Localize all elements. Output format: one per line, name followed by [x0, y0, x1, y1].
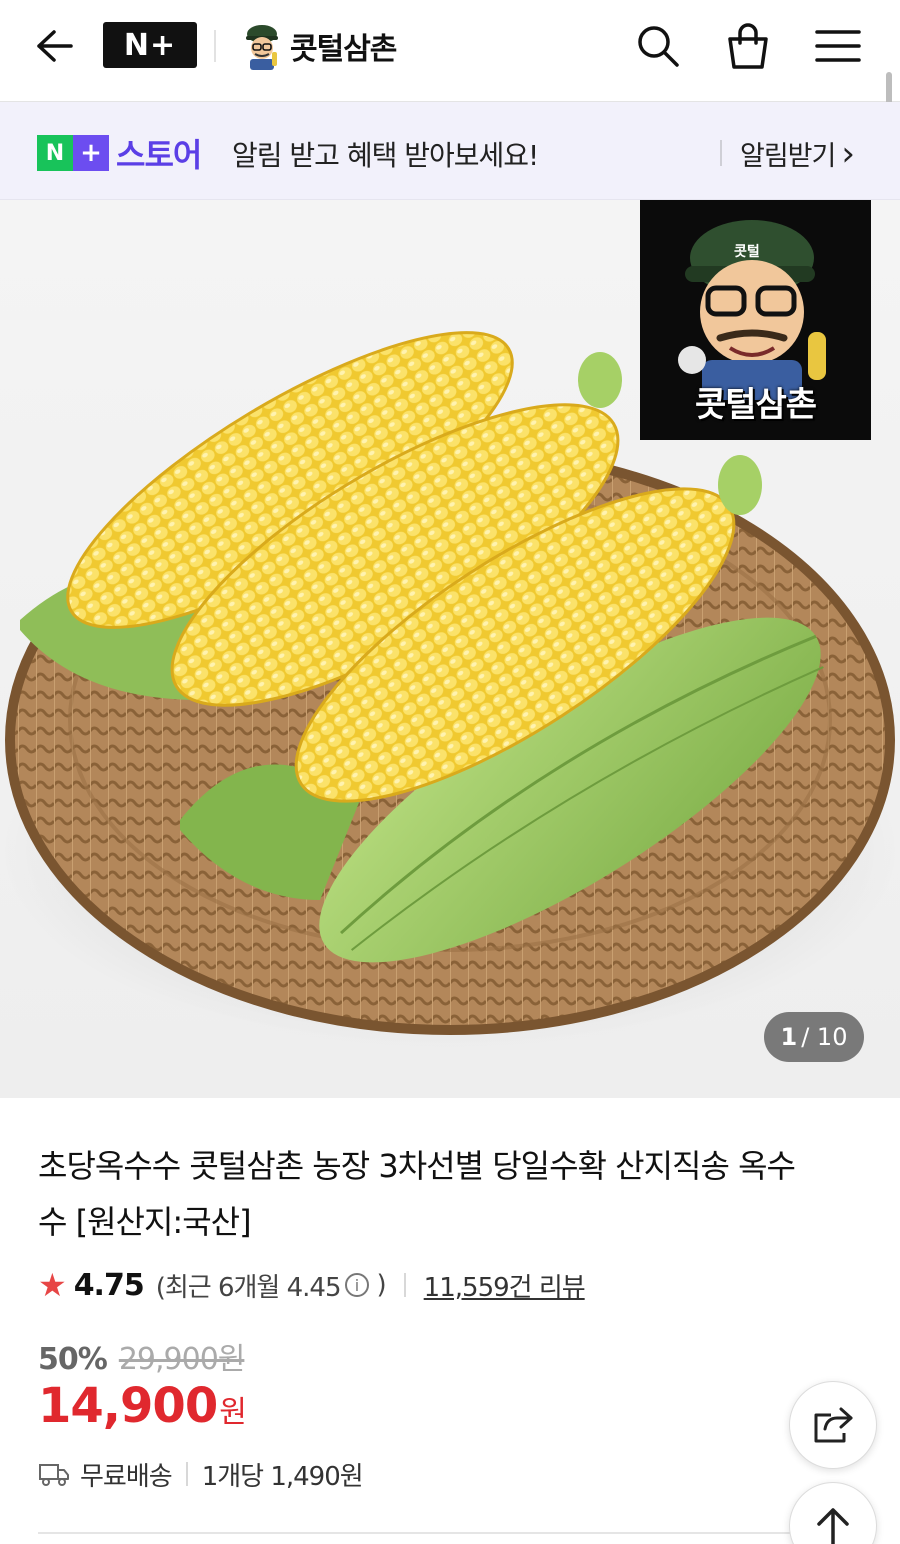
rating-score: 4.75 [73, 1267, 145, 1303]
rating-divider [403, 1273, 406, 1297]
nplus-logo-plus: + [73, 135, 109, 171]
mascot-icon: 콧털 [678, 220, 826, 400]
notification-banner: N + 스토어 알림 받고 혜택 받아보세요! 알림받기 › [0, 102, 900, 200]
image-page-counter: 1 / 10 [764, 1012, 864, 1062]
recent-rating-prefix: (최근 6개월 4.45 [155, 1272, 342, 1303]
per-unit-price: 1개당 1,490원 [201, 1461, 364, 1492]
shopping-bag-icon [728, 23, 768, 69]
banner-divider [720, 140, 722, 166]
review-count-link[interactable]: 11,559건 리뷰 [424, 1267, 586, 1304]
seller-cap-text: 콧털 [734, 243, 760, 260]
nplus-logo-n: N [37, 135, 73, 171]
subscribe-notifications-button[interactable]: 알림받기 › [740, 133, 855, 174]
delivery-truck-icon [39, 1464, 69, 1486]
cart-button[interactable] [718, 18, 778, 74]
hamburger-menu-icon [815, 30, 861, 62]
image-current-index: 1 [780, 1023, 798, 1051]
share-button[interactable] [789, 1381, 877, 1469]
sale-price-unit: 원 [219, 1395, 247, 1430]
shipping-divider [185, 1462, 188, 1486]
nplus-home-badge[interactable]: N+ [103, 22, 197, 68]
search-button[interactable] [628, 18, 688, 74]
store-name: 콧털삼촌 [290, 32, 397, 67]
store-logo[interactable]: 콧털삼촌 [242, 20, 397, 72]
free-shipping-label: 무료배송 [80, 1461, 173, 1492]
back-button[interactable] [26, 22, 82, 70]
recent-rating-suffix: ) [376, 1270, 387, 1300]
sale-price: 14,900 원 [38, 1378, 247, 1434]
mascot-icon [246, 25, 278, 70]
menu-button[interactable] [808, 18, 868, 74]
discount-percent: 50% [38, 1342, 108, 1377]
info-icon[interactable]: i [344, 1273, 369, 1297]
subscribe-label: 알림받기 [740, 141, 836, 172]
chevron-right-icon: › [841, 133, 855, 174]
back-arrow-icon [37, 30, 73, 62]
shipping-row: 무료배송 1개당 1,490원 [38, 1456, 364, 1492]
header-divider [214, 30, 216, 62]
product-title: 초당옥수수 콧털삼촌 농장 3차선별 당일수확 산지직송 옥수수 [원산지:국산… [38, 1147, 796, 1241]
discount-row: 50% 29,900원 [38, 1334, 246, 1378]
sale-price-amount: 14,900 [38, 1378, 218, 1434]
product-image-gallery[interactable]: 콧털 콧털삼촌 1 / 10 [0, 200, 900, 1098]
star-icon: ★ [38, 1266, 67, 1304]
seller-mascot-badge: 콧털 콧털삼촌 [640, 200, 871, 440]
scroll-to-top-button[interactable] [789, 1482, 877, 1544]
seller-badge-name: 콧털삼촌 [694, 385, 817, 425]
section-divider [38, 1532, 862, 1534]
store-wordmark: 스토어 [116, 136, 202, 174]
nplus-logo: N + [37, 135, 109, 171]
banner-message: 알림 받고 혜택 받아보세요! [232, 139, 539, 172]
original-price: 29,900원 [118, 1342, 246, 1377]
image-total-count: / 10 [801, 1023, 848, 1051]
top-header: N+ 콧털삼촌 [0, 0, 900, 102]
rating-row: ★ 4.75 (최근 6개월 4.45 i ) 11,559건 리뷰 [38, 1265, 586, 1305]
share-icon [814, 1407, 853, 1443]
arrow-up-icon [817, 1508, 849, 1544]
search-icon [638, 26, 679, 67]
